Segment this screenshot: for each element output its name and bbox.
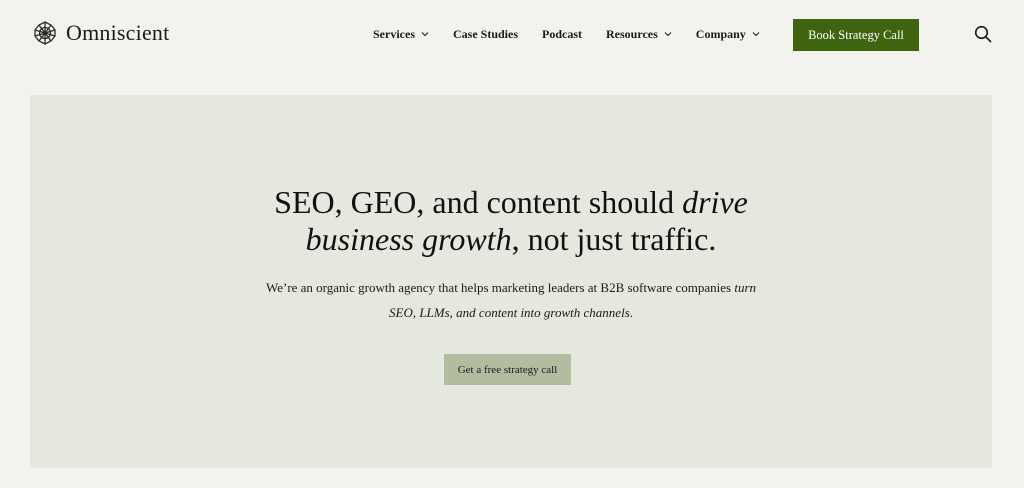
hero-subtitle-text: We’re an organic growth agency that help… [265, 280, 735, 295]
brand-logo[interactable]: Omniscient [32, 20, 169, 46]
nav-item-label: Services [373, 26, 415, 41]
hero-section: SEO, GEO, and content should drive busine… [30, 95, 992, 468]
hero-subtitle-text: . [629, 305, 633, 320]
nav-item-podcast[interactable]: Podcast [542, 27, 582, 42]
nav-item-case-studies[interactable]: Case Studies [453, 27, 518, 42]
hero-title-emphasis: business growth [305, 221, 512, 257]
site-header: Omniscient Services Case Studies Podcast… [0, 0, 1024, 70]
nav-item-label: Podcast [542, 26, 582, 41]
brand-name: Omniscient [66, 20, 170, 45]
hero-title-text: SEO, GEO, and content should [274, 184, 683, 220]
hero-subtitle-emphasis: turn [734, 280, 757, 295]
hero-subtitle-emphasis: SEO, LLMs, and content into growth chann… [389, 305, 630, 320]
nav-item-label: Company [695, 26, 746, 41]
search-button[interactable] [973, 24, 993, 44]
chevron-down-icon [421, 32, 429, 37]
nav-item-services[interactable]: Services [373, 27, 429, 42]
hero-subtitle: We’re an organic growth agency that help… [30, 275, 992, 325]
chevron-down-icon [664, 32, 672, 37]
nav-item-company[interactable]: Company [696, 27, 760, 42]
chevron-down-icon [752, 32, 760, 37]
hero-title-text: , not just traffic. [511, 221, 717, 257]
book-strategy-call-button[interactable]: Book Strategy Call [793, 19, 919, 51]
free-strategy-call-button[interactable]: Get a free strategy call [444, 354, 571, 385]
nav-item-resources[interactable]: Resources [606, 27, 672, 42]
hero-title: SEO, GEO, and content should drive busine… [30, 184, 992, 258]
hero-title-emphasis: drive [682, 184, 748, 220]
nav-item-label: Case Studies [452, 26, 518, 41]
logo-knot-icon [32, 20, 58, 46]
main-nav: Services Case Studies Podcast Resources … [373, 24, 760, 44]
search-icon [974, 25, 992, 43]
nav-item-label: Resources [606, 26, 658, 41]
